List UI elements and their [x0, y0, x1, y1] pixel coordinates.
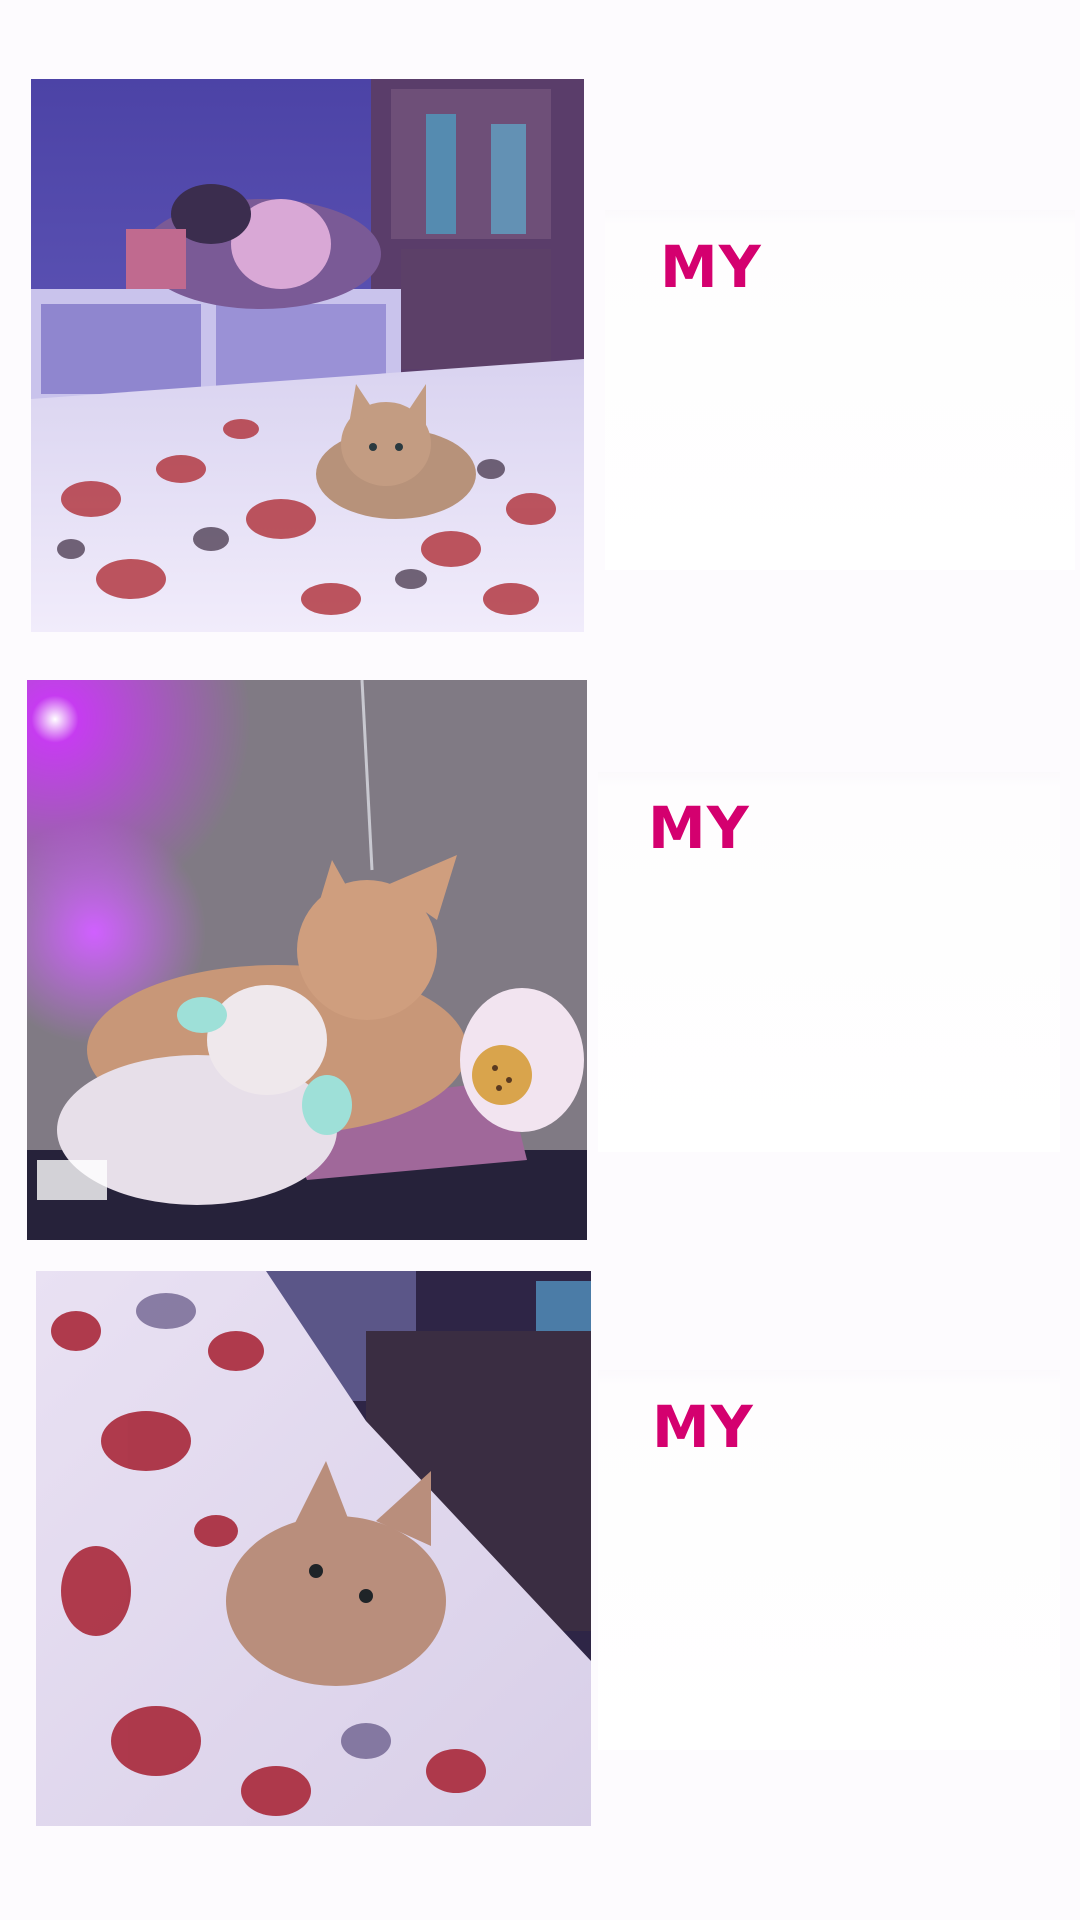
caption-text-1: MY — [660, 233, 762, 301]
caption-text-3: MY — [652, 1393, 754, 1461]
video-frame: MY MY MY — [0, 0, 1080, 1920]
cat-photo-1 — [31, 79, 584, 632]
caption-text-2: MY — [648, 794, 750, 862]
cat-photo-2 — [27, 680, 587, 1240]
cat-photo-3 — [36, 1271, 591, 1826]
